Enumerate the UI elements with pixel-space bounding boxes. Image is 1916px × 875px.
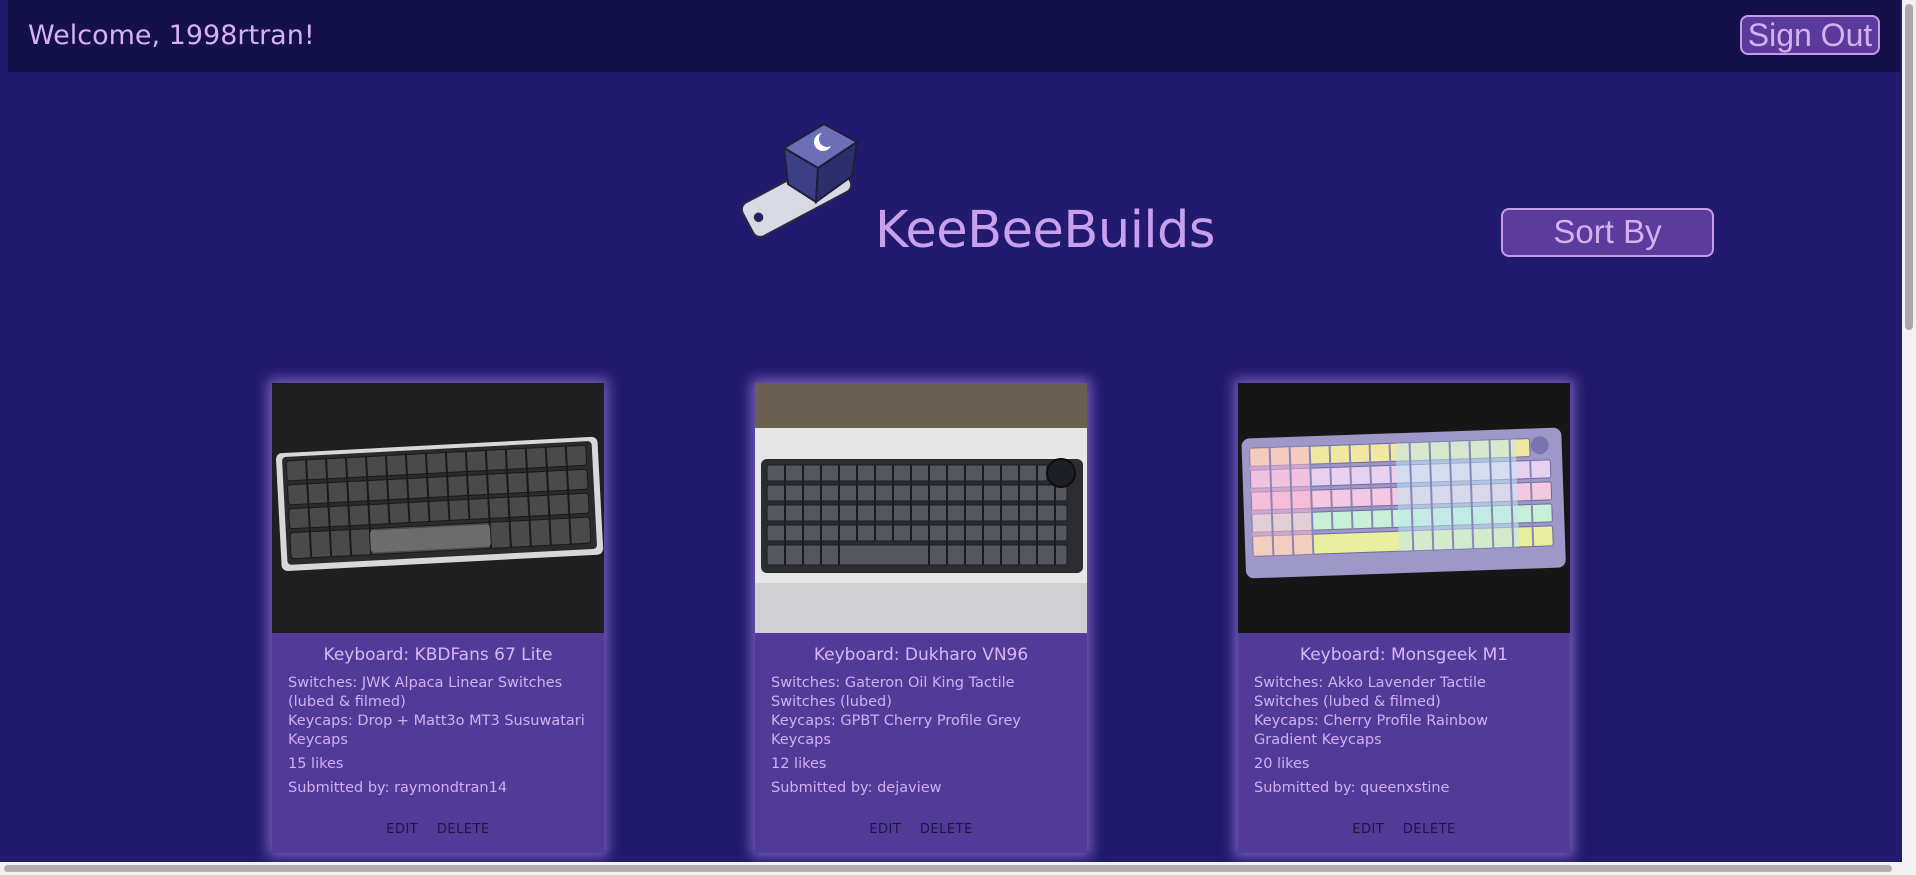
submitted-by: Submitted by: dejaview	[771, 780, 942, 796]
delete-button[interactable]: DELETE	[1396, 820, 1463, 839]
keyboard-title: Keyboard: Dukharo VN96	[813, 645, 1029, 665]
page: Welcome, 1998rtran! Sign Out KeeBeeBuild…	[0, 0, 1916, 875]
keyboard-title: Keyboard: KBDFans 67 Lite	[323, 645, 553, 665]
switches-info: Switches: Gateron Oil King Tactile Switc…	[771, 675, 1015, 710]
top-bar: Welcome, 1998rtran! Sign Out	[8, 0, 1900, 72]
edit-button[interactable]: EDIT	[379, 820, 425, 839]
keyboard-title: Keyboard: Monsgeek M1	[1299, 645, 1509, 665]
horizontal-scrollbar-thumb[interactable]	[4, 865, 1892, 872]
build-card-kbdfans: Keyboard: KBDFans 67 Lite Switches: JWK …	[272, 383, 604, 853]
delete-button[interactable]: DELETE	[430, 820, 497, 839]
card-body: Keyboard: Dukharo VN96 Switches: Gateron…	[771, 633, 1071, 798]
welcome-message: Welcome, 1998rtran!	[28, 20, 315, 51]
vertical-scrollbar-thumb[interactable]	[1905, 4, 1913, 330]
build-card-monsgeek: Keyboard: Monsgeek M1 Switches: Akko Lav…	[1238, 383, 1570, 853]
edit-button[interactable]: EDIT	[862, 820, 908, 839]
keyboard-photo	[272, 383, 604, 633]
edit-button[interactable]: EDIT	[1345, 820, 1391, 839]
switches-info: Switches: JWK Alpaca Linear Switches (lu…	[288, 675, 563, 710]
sort-by-button[interactable]: Sort By	[1501, 208, 1714, 257]
keyboard-photo	[755, 383, 1087, 633]
card-actions: EDIT DELETE	[272, 820, 604, 839]
submitted-by: Submitted by: queenxstine	[1254, 780, 1450, 796]
likes-count: 15 likes	[288, 756, 344, 772]
switches-info: Switches: Akko Lavender Tactile Switches…	[1254, 675, 1486, 710]
card-body: Keyboard: Monsgeek M1 Switches: Akko Lav…	[1254, 633, 1554, 798]
keycaps-info: Keycaps: Cherry Profile Rainbow Gradient…	[1254, 713, 1488, 748]
likes-count: 12 likes	[771, 756, 827, 772]
submitted-by: Submitted by: raymondtran14	[288, 780, 508, 796]
delete-button[interactable]: DELETE	[913, 820, 980, 839]
vertical-scrollbar[interactable]	[1902, 0, 1916, 862]
keycaps-info: Keycaps: GPBT Cherry Profile Grey Keycap…	[771, 713, 1021, 748]
likes-count: 20 likes	[1254, 756, 1310, 772]
brand-title: KeeBeeBuilds	[875, 201, 1216, 260]
horizontal-scrollbar[interactable]	[0, 862, 1916, 875]
keycap-keychain-logo-icon	[732, 120, 862, 240]
sign-out-button[interactable]: Sign Out	[1740, 15, 1880, 55]
card-actions: EDIT DELETE	[1238, 820, 1570, 839]
card-actions: EDIT DELETE	[755, 820, 1087, 839]
card-body: Keyboard: KBDFans 67 Lite Switches: JWK …	[288, 633, 588, 798]
build-card-dukharo: Keyboard: Dukharo VN96 Switches: Gateron…	[755, 383, 1087, 853]
keyboard-photo	[1238, 383, 1570, 633]
keycaps-info: Keycaps: Drop + Matt3o MT3 Susuwatari Ke…	[288, 713, 585, 748]
